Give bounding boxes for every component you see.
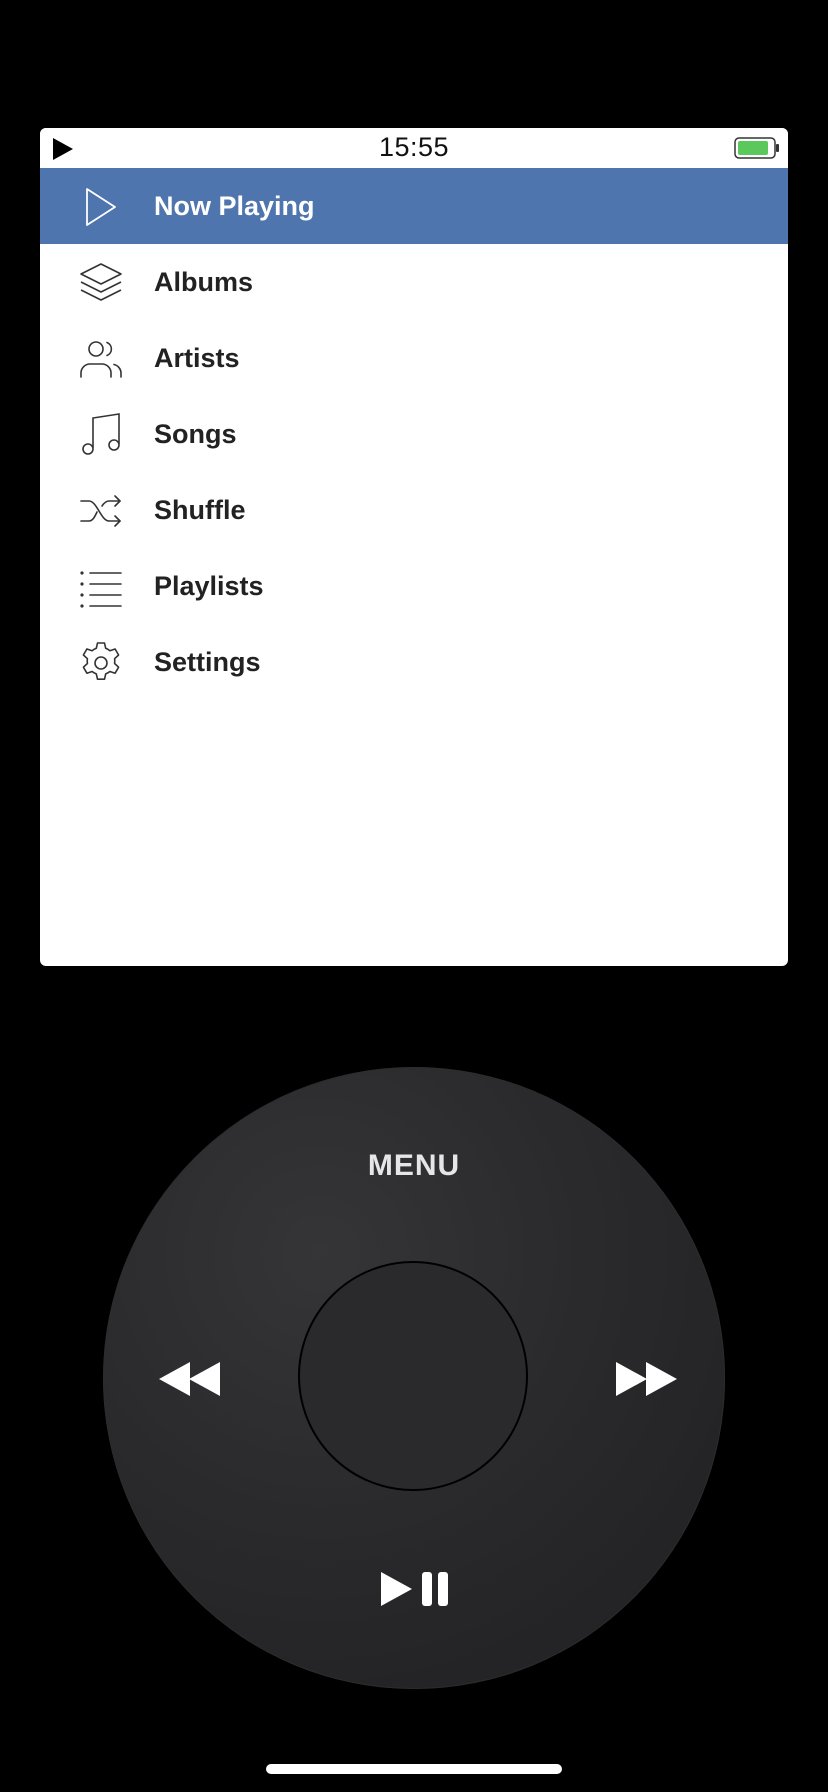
menu-item-albums[interactable]: Albums [40,244,788,320]
menu-item-label: Playlists [154,571,264,601]
menu-item-label: Now Playing [154,191,315,221]
layers-icon [80,263,122,301]
menu-item-shuffle[interactable]: Shuffle [40,472,788,548]
menu-item-label: Shuffle [154,495,246,525]
main-menu: Now Playing Albums Artists Songs Shuffle… [40,168,788,700]
menu-item-now-playing[interactable]: Now Playing [40,168,788,244]
menu-item-playlists[interactable]: Playlists [40,548,788,624]
music-note-icon [82,413,120,455]
ipod-app: 15:55 Now Playing Albums Artists Songs S… [0,0,828,1792]
menu-button[interactable]: MENU [103,1149,725,1183]
menu-item-label: Albums [154,267,254,297]
shuffle-icon [80,495,121,527]
battery-icon [734,137,779,159]
play-outline-icon [86,188,116,226]
select-button[interactable] [298,1261,528,1491]
menu-item-settings[interactable]: Settings [40,624,788,700]
menu-item-artists[interactable]: Artists [40,320,788,396]
home-indicator[interactable] [266,1764,562,1774]
screen: 15:55 Now Playing Albums Artists Songs S… [40,128,788,966]
gear-icon [82,642,120,680]
fast-forward-icon[interactable] [615,1360,679,1398]
list-icon [80,571,122,608]
play-pause-icon[interactable] [378,1570,452,1608]
menu-item-songs[interactable]: Songs [40,396,788,472]
users-icon [80,341,122,378]
status-bar: 15:55 [40,128,788,168]
rewind-icon[interactable] [157,1360,221,1398]
click-wheel[interactable]: MENU [103,1067,725,1689]
menu-item-label: Settings [154,647,261,677]
status-time: 15:55 [378,132,450,162]
menu-item-label: Songs [154,419,237,449]
menu-item-label: Artists [154,343,240,373]
